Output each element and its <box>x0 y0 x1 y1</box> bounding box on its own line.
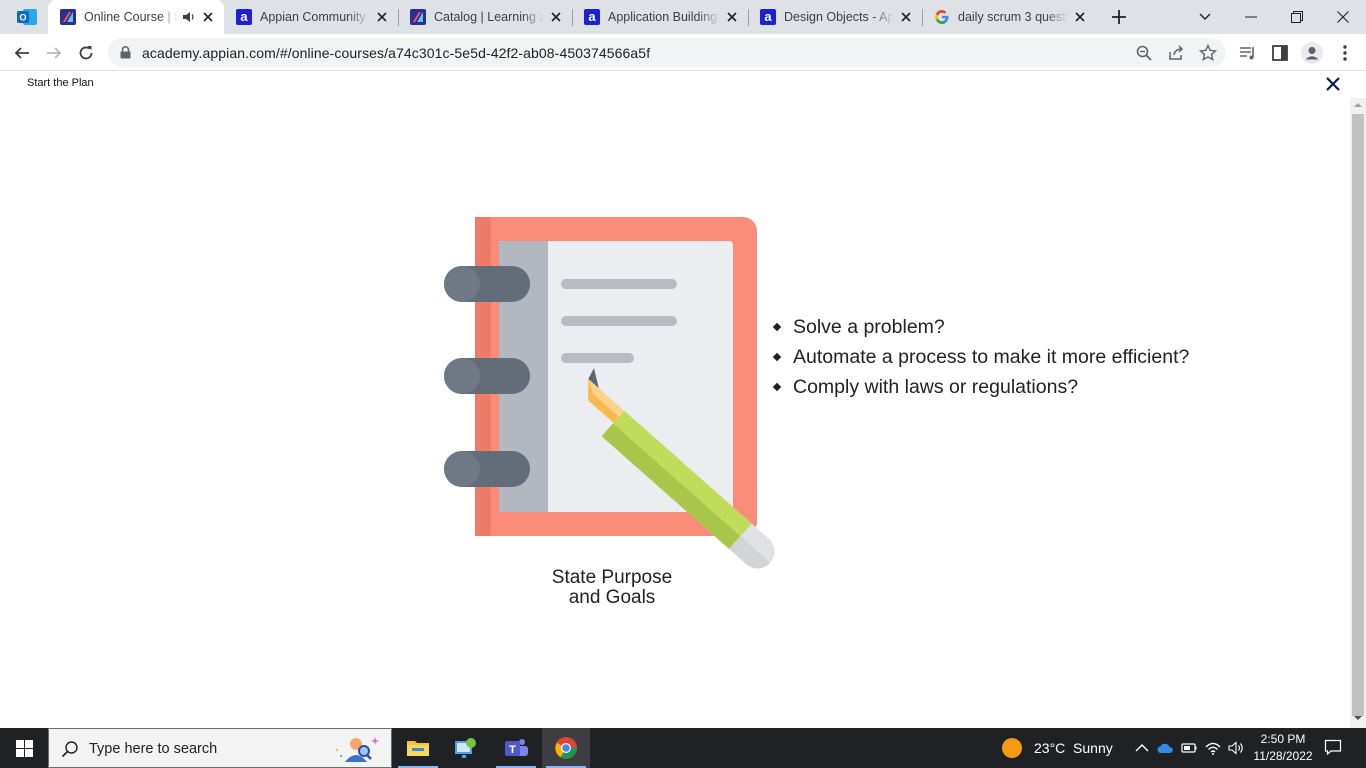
battery-icon[interactable] <box>1180 739 1198 757</box>
clock-date: 11/28/2022 <box>1253 749 1313 763</box>
appian-a-icon: a <box>236 9 252 25</box>
system-clock[interactable]: 2:50 PM 11/28/2022 <box>1249 731 1317 765</box>
media-control-icon[interactable] <box>1238 43 1258 63</box>
sun-icon <box>1002 738 1022 758</box>
caption-line: State Purpose <box>551 567 673 588</box>
forward-arrow-icon[interactable] <box>42 41 66 65</box>
speaker-icon[interactable] <box>182 10 196 24</box>
volume-icon[interactable] <box>1227 739 1245 757</box>
scroll-up-arrow-icon[interactable] <box>1353 101 1363 109</box>
restore-icon[interactable] <box>1286 6 1308 28</box>
search-icon <box>61 741 78 758</box>
purpose-bullet-list: Solve a problem? Automate a process to m… <box>772 312 1189 402</box>
reload-icon[interactable] <box>74 41 98 65</box>
taskbar-search-box[interactable]: Type here to search <box>48 728 392 768</box>
minimize-icon[interactable] <box>1240 6 1262 28</box>
windows-taskbar: Type here to search T 23°C Sunny 2:50 PM… <box>0 728 1366 768</box>
close-window-icon[interactable] <box>1332 6 1354 28</box>
appian-a-icon: a <box>584 9 600 25</box>
tab-online-course[interactable]: Online Course | Learning at Appian <box>48 0 224 34</box>
lock-icon[interactable] <box>120 46 131 59</box>
bullet-item: Automate a process to make it more effic… <box>772 342 1189 372</box>
appian-academy-icon <box>60 9 76 25</box>
svg-text:O: O <box>19 13 26 23</box>
close-tab-icon[interactable] <box>200 9 216 25</box>
close-tab-icon[interactable] <box>1072 9 1088 25</box>
tab-application-building[interactable]: a Application Building <box>572 0 748 34</box>
close-tab-icon[interactable] <box>898 9 914 25</box>
kebab-menu-icon[interactable] <box>1335 43 1355 63</box>
tab-catalog[interactable]: Catalog | Learning at Appian <box>398 0 572 34</box>
bullet-item: Solve a problem? <box>772 312 1189 342</box>
tab-strip: O Online Course | Learning at Appian a A… <box>0 0 1366 34</box>
close-course-icon[interactable] <box>1324 75 1342 93</box>
bullet-item: Comply with laws or regulations? <box>772 372 1189 402</box>
tab-title: Catalog | Learning at Appian <box>434 10 544 24</box>
notebook-pencil-illustration <box>444 217 775 569</box>
google-g-icon <box>935 10 949 24</box>
show-hidden-icons-chevron-icon[interactable] <box>1133 739 1151 757</box>
weather-widget[interactable]: 23°C Sunny <box>1002 728 1113 768</box>
tab-design-objects[interactable]: a Design Objects - Appian <box>748 0 922 34</box>
weather-text: 23°C Sunny <box>1034 740 1113 756</box>
close-tab-icon[interactable] <box>548 9 564 25</box>
tab-google-search[interactable]: daily scrum 3 questions <box>922 0 1096 34</box>
address-bar[interactable]: academy.appian.com/#/online-courses/a74c… <box>108 38 1226 67</box>
tab-title: Appian Community <box>260 10 366 24</box>
clock-time: 2:50 PM <box>1260 732 1306 746</box>
appian-academy-icon <box>410 9 426 25</box>
back-arrow-icon[interactable] <box>10 41 34 65</box>
file-explorer-icon[interactable] <box>394 728 442 768</box>
scroll-down-arrow-icon[interactable] <box>1353 714 1363 722</box>
illustration-caption: State Purpose and Goals <box>512 568 712 608</box>
search-placeholder: Type here to search <box>89 741 218 757</box>
tab-appian-community[interactable]: a Appian Community <box>224 0 398 34</box>
onedrive-cloud-icon[interactable] <box>1156 739 1174 757</box>
control-panel-icon[interactable] <box>442 728 490 768</box>
outlook-icon[interactable]: O <box>17 8 37 26</box>
close-tab-icon[interactable] <box>374 9 390 25</box>
appian-a-icon: a <box>760 9 776 25</box>
tab-search-chevron-icon[interactable] <box>1194 6 1216 28</box>
scrollbar-thumb[interactable] <box>1352 114 1364 716</box>
windows-start-icon[interactable] <box>0 728 48 768</box>
search-highlight-icon <box>335 737 379 762</box>
tab-title: Online Course | Learning at Appian <box>84 10 178 24</box>
tab-title: daily scrum 3 questions <box>958 10 1068 24</box>
microsoft-teams-icon[interactable]: T <box>492 728 540 768</box>
caption-line: and Goals <box>568 587 656 608</box>
notification-center-icon[interactable] <box>1324 738 1342 756</box>
tab-title: Design Objects - Appian <box>784 10 894 24</box>
svg-text:T: T <box>509 744 516 756</box>
new-tab-plus-icon[interactable] <box>1108 6 1130 28</box>
close-tab-icon[interactable] <box>724 9 740 25</box>
browser-toolbar: academy.appian.com/#/online-courses/a74c… <box>0 34 1366 71</box>
chrome-icon[interactable] <box>542 728 590 768</box>
profile-avatar-icon[interactable] <box>1301 42 1323 64</box>
tab-title: Application Building <box>608 10 718 24</box>
share-icon[interactable] <box>1167 44 1185 62</box>
side-panel-icon[interactable] <box>1270 43 1290 63</box>
url-text[interactable]: academy.appian.com/#/online-courses/a74c… <box>142 45 650 61</box>
zoom-icon[interactable] <box>1135 44 1153 62</box>
bookmark-star-icon[interactable] <box>1199 44 1217 62</box>
wifi-icon[interactable] <box>1204 739 1222 757</box>
page-title: Start the Plan <box>27 77 94 89</box>
